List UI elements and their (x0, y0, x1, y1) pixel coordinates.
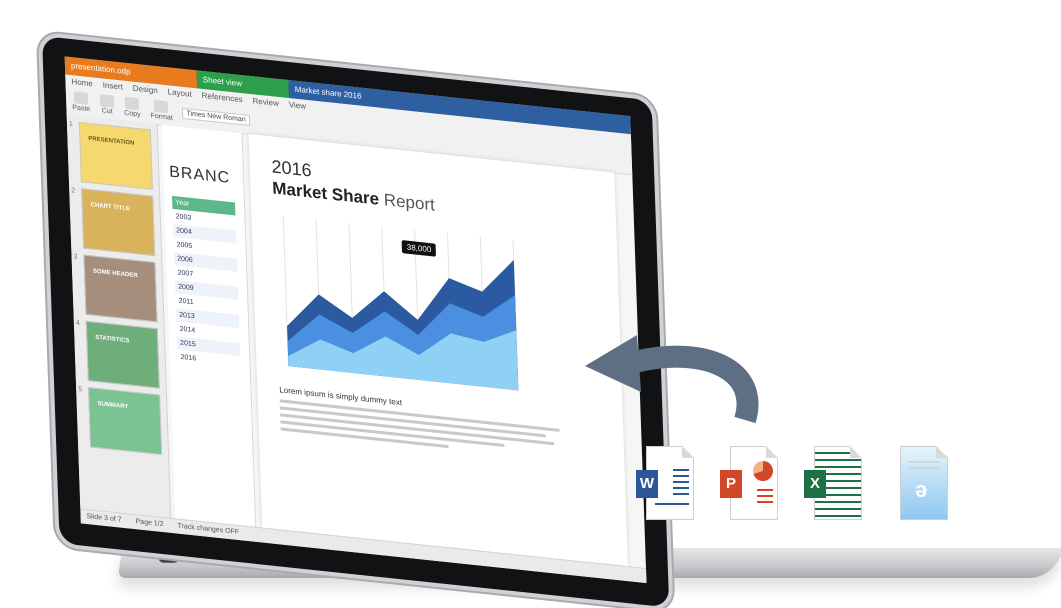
font-family-select[interactable]: Times New Roman (182, 107, 250, 126)
copy-label: Copy (124, 109, 141, 119)
slide-title: PRESENTATION (88, 135, 135, 147)
slide-title: CHART TITLE (90, 202, 131, 213)
menu-item-view[interactable]: View (289, 100, 307, 111)
odt-file-icon: ǝ (890, 446, 948, 520)
app-screen: presentation.odp Sheet view Market share… (64, 56, 647, 584)
file-page: ǝ (900, 446, 948, 520)
menu-item-review[interactable]: Review (252, 96, 279, 108)
slide-thumbnail[interactable]: PRESENTATION (78, 121, 153, 190)
convert-arrow-icon (585, 335, 759, 424)
slide-number: 1 (68, 120, 73, 129)
slide-number: 3 (73, 253, 78, 261)
scissors-icon (99, 94, 115, 108)
format-painter-button[interactable]: Format (150, 99, 173, 122)
slide-number: 2 (71, 187, 76, 195)
paste-label: Paste (72, 104, 91, 114)
laptop-screen-bezel: presentation.odp Sheet view Market share… (42, 36, 670, 608)
sheet-title: BRANC (168, 163, 231, 187)
excel-badge: X (804, 470, 826, 498)
slide-counter: Slide 3 of 7 (86, 512, 122, 524)
headline-bold: Market Share (271, 178, 380, 209)
slide-title: SOME HEADER (92, 268, 138, 280)
word-file-icon: W (636, 446, 694, 520)
paste-button[interactable]: Paste (72, 91, 91, 114)
page-fold (850, 446, 862, 458)
document-page: 2016 Market Share Report 38,000 Lorem ip… (248, 133, 629, 568)
page-fold (936, 446, 948, 458)
word-badge: W (636, 470, 658, 498)
slide-thumbnail[interactable]: CHART TITLE (81, 188, 156, 257)
slide-thumbnail[interactable]: STATISTICS (85, 320, 160, 389)
paste-icon (73, 91, 89, 105)
page-counter: Page 1/2 (135, 518, 164, 529)
slide-number: 4 (75, 319, 80, 328)
page-fold (682, 446, 694, 458)
chart-gridline (282, 215, 289, 367)
slide-thumbnail-panel: 1 PRESENTATION 2 CHART TITLE 3 SOME HEAD… (66, 114, 172, 519)
spreadsheet-panel: BRANC Year 2003 2004 2005 2006 2007 2009… (161, 124, 257, 528)
powerpoint-badge: P (720, 470, 742, 498)
menu-item-home[interactable]: Home (71, 77, 93, 88)
slide-number: 5 (78, 386, 83, 394)
product-hero-scene: presentation.odp Sheet view Market share… (0, 0, 1061, 608)
paragraph-text (279, 399, 561, 464)
headline-light: Report (383, 190, 436, 215)
slide-title: STATISTICS (95, 334, 130, 345)
powerpoint-file-icon: P (720, 446, 778, 520)
copy-icon (124, 96, 140, 111)
menu-item-insert[interactable]: Insert (103, 80, 123, 91)
slide-thumbnail[interactable]: SUMMARY (88, 387, 163, 455)
report-year: 2016 (271, 156, 312, 181)
copy-button[interactable]: Copy (124, 96, 141, 119)
slide-title: SUMMARY (97, 401, 129, 411)
slide-thumbnail[interactable]: SOME HEADER (83, 254, 158, 323)
report-headline: Market Share Report (272, 178, 435, 215)
odt-glyph: ǝ (915, 477, 928, 502)
format-label: Format (150, 112, 173, 122)
menu-item-layout[interactable]: Layout (168, 87, 192, 99)
cut-button[interactable]: Cut (99, 94, 115, 116)
brush-icon (154, 99, 169, 114)
menu-item-design[interactable]: Design (133, 84, 158, 96)
cut-label: Cut (101, 107, 113, 116)
page-fold (766, 446, 778, 458)
excel-file-icon: X (804, 446, 862, 520)
